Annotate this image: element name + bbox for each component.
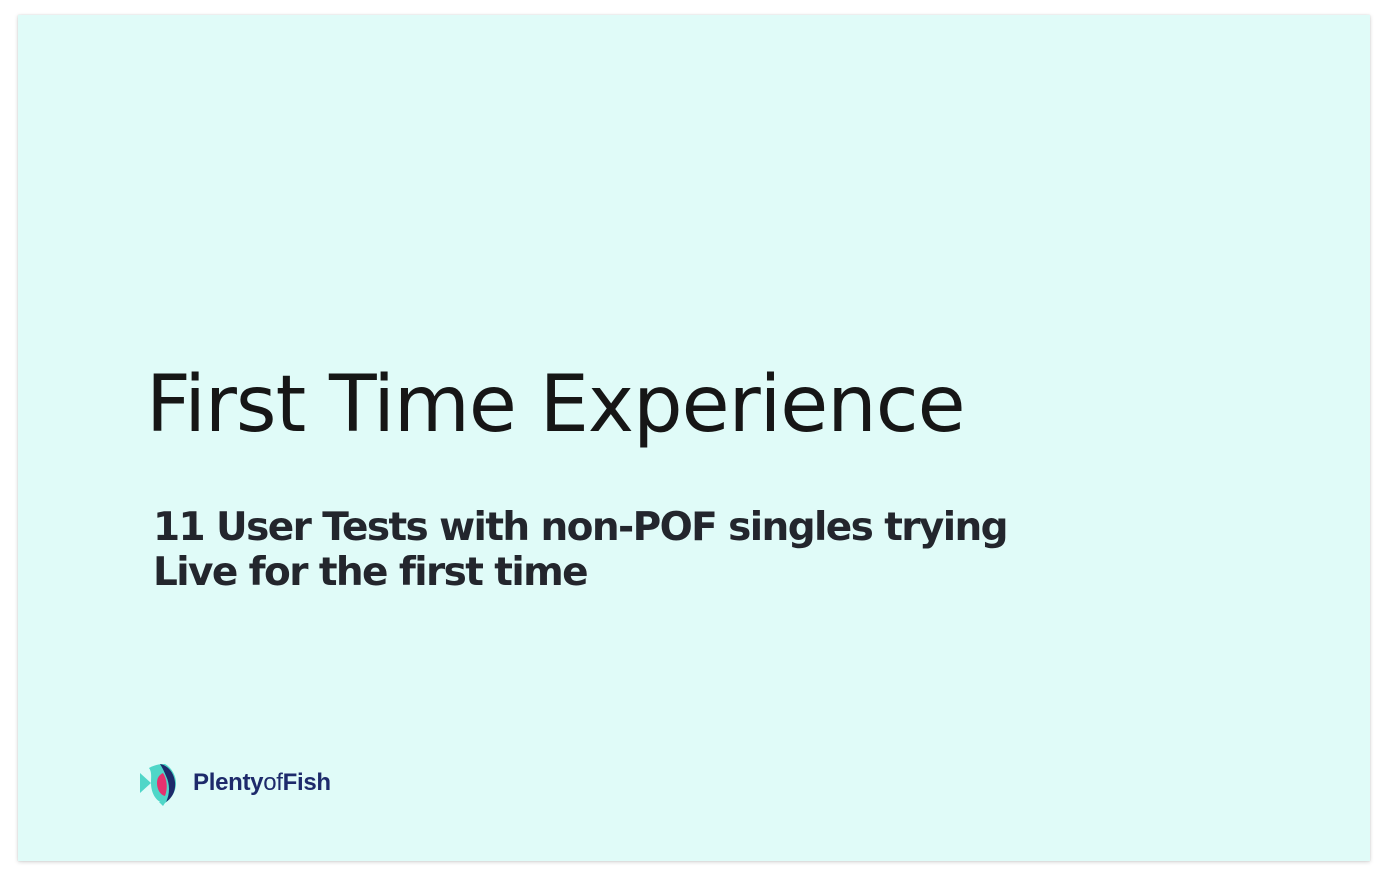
plentyoffish-fish-logo-icon	[140, 764, 176, 806]
plentyoffish-wordmark: PlentyofFish	[193, 769, 331, 797]
slide-title: First Time Experience	[146, 360, 966, 450]
subtitle-line-2: Live for the first time	[153, 550, 589, 595]
plentyoffish-logo: PlentyofFish	[139, 760, 331, 806]
slide-subtitle: 11 User Tests with non-POF singles tryin…	[153, 505, 1009, 595]
wordmark-plenty: Plenty	[193, 769, 264, 796]
wordmark-fish: Fish	[282, 769, 331, 796]
wordmark-of: of	[263, 769, 283, 796]
subtitle-line-1: 11 User Tests with non-POF singles tryin…	[153, 505, 1009, 550]
title-slide: First Time Experience 11 User Tests with…	[18, 15, 1370, 861]
